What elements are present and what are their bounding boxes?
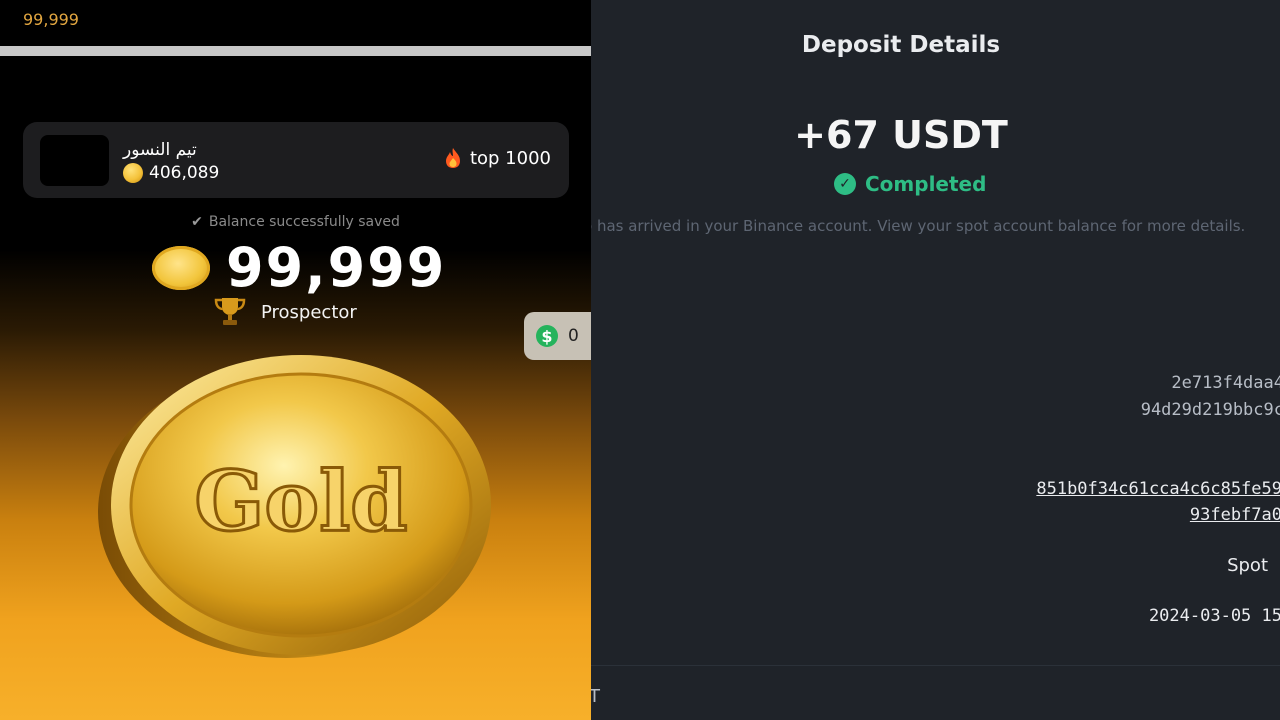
team-name: تيم النسور: [123, 140, 197, 160]
status-text: Completed: [865, 172, 987, 196]
rank-label: top 1000: [469, 147, 551, 169]
team-avatar: [40, 135, 109, 186]
txid-link[interactable]: 851b0f34c61cca4c6c85fe59 93febf7a0: [1036, 476, 1280, 528]
top-balance-count: 99,999: [23, 10, 79, 29]
cash-value: 0: [568, 326, 579, 346]
save-status-text: Balance successfully saved: [208, 214, 400, 230]
balance-value: 99,999: [226, 236, 447, 299]
address-line-2: 94d29d219bbc9c: [1140, 400, 1280, 420]
dollar-icon: $: [536, 325, 558, 347]
tap-coin[interactable]: Gold: [96, 350, 496, 662]
date-value: 2024-03-05 15: [1148, 606, 1280, 626]
check-circle-icon: ✓: [834, 173, 856, 195]
game-screen: 99,999 تيم النسور 406,089 top 1000 ✔ Bala…: [0, 0, 591, 720]
deposit-details-screen: Deposit Details +67 USDT ✓ Completed o h…: [591, 0, 1280, 720]
trophy-icon: [214, 298, 246, 325]
page-title: Deposit Details: [801, 32, 1001, 58]
divider: [591, 665, 1280, 666]
team-coins: 406,089: [123, 163, 219, 183]
cash-pill[interactable]: $ 0: [524, 312, 591, 360]
deposit-amount: +67 USDT: [794, 113, 1008, 157]
deposit-note: o has arrived in your Binance account. V…: [591, 217, 1246, 235]
check-icon: ✔: [191, 214, 203, 230]
level-name: Prospector: [261, 301, 357, 323]
team-rank: top 1000: [444, 147, 551, 169]
coin-icon: [123, 163, 143, 183]
footer-fragment: T: [591, 686, 600, 707]
balance-display: 99,999: [152, 236, 446, 299]
coin-icon: [152, 245, 210, 290]
gold-coin-icon: Gold: [98, 355, 491, 658]
team-coins-value: 406,089: [149, 163, 220, 183]
team-card[interactable]: تيم النسور 406,089 top 1000: [23, 122, 569, 198]
wallet-value: Spot: [1227, 555, 1268, 576]
status-badge: ✓ Completed: [834, 172, 986, 196]
address-line-1: 2e713f4daa4: [1171, 373, 1280, 393]
top-progress-bar: [0, 46, 591, 56]
txid-line-2: 93febf7a0: [1189, 505, 1280, 525]
coin-face-text: Gold: [194, 454, 407, 550]
save-status: ✔ Balance successfully saved: [0, 214, 591, 230]
fire-icon: [445, 148, 460, 168]
level-row[interactable]: Prospector: [213, 296, 357, 328]
txid-line-1: 851b0f34c61cca4c6c85fe59: [1036, 479, 1280, 499]
address-value: 2e713f4daa4 94d29d219bbc9c: [1141, 370, 1280, 424]
